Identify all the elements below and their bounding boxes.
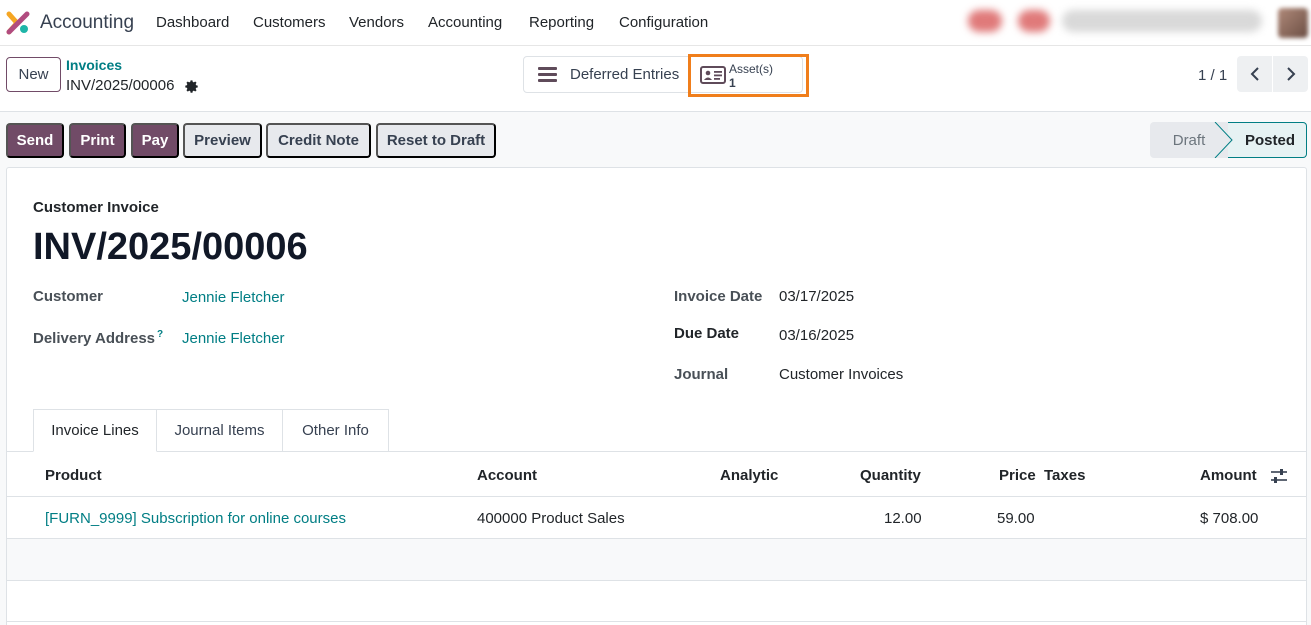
- document-type: Customer Invoice: [33, 199, 159, 216]
- customer-value[interactable]: Jennie Fletcher: [182, 289, 285, 306]
- pager-previous-button[interactable]: [1237, 56, 1272, 92]
- help-icon[interactable]: ?: [157, 329, 163, 340]
- header-divider: [7, 496, 1306, 497]
- column-product[interactable]: Product: [45, 467, 102, 484]
- top-navbar: Accounting Dashboard Customers Vendors A…: [0, 0, 1311, 46]
- journal-label: Journal: [674, 366, 729, 383]
- send-button[interactable]: Send: [6, 123, 64, 158]
- column-taxes[interactable]: Taxes: [1044, 467, 1085, 484]
- preview-button[interactable]: Preview: [183, 123, 262, 158]
- activity-icon[interactable]: [968, 10, 1002, 32]
- column-settings-icon[interactable]: [1270, 468, 1288, 484]
- credit-note-button[interactable]: Credit Note: [266, 123, 371, 158]
- column-amount[interactable]: Amount: [1200, 467, 1257, 484]
- list-icon: [538, 67, 557, 82]
- column-price[interactable]: Price: [999, 467, 1036, 484]
- pay-button[interactable]: Pay: [131, 123, 179, 158]
- row-divider: [7, 580, 1306, 581]
- column-analytic[interactable]: Analytic: [720, 467, 778, 484]
- app-name[interactable]: Accounting: [40, 12, 134, 34]
- accounting-app-icon[interactable]: [6, 11, 30, 35]
- due-date-value[interactable]: 03/16/2025: [779, 327, 854, 344]
- deferred-entries-button[interactable]: Deferred Entries: [524, 57, 690, 92]
- row-divider: [7, 621, 1306, 622]
- line-amount[interactable]: $ 708.00: [1200, 510, 1258, 527]
- column-account[interactable]: Account: [477, 467, 537, 484]
- line-quantity[interactable]: 12.00: [884, 510, 922, 527]
- status-posted[interactable]: Posted: [1228, 122, 1307, 158]
- breadcrumb-current: INV/2025/00006: [66, 77, 175, 94]
- menu-configuration[interactable]: Configuration: [619, 14, 708, 31]
- due-date-label: Due Date: [674, 325, 740, 342]
- empty-row: [7, 539, 1306, 580]
- delivery-address-value[interactable]: Jennie Fletcher: [182, 330, 285, 347]
- invoice-date-label: Invoice Date: [674, 288, 763, 305]
- new-button[interactable]: New: [6, 57, 61, 92]
- menu-reporting[interactable]: Reporting: [529, 14, 594, 31]
- menu-vendors[interactable]: Vendors: [349, 14, 404, 31]
- company-switcher[interactable]: [1062, 10, 1262, 32]
- menu-accounting[interactable]: Accounting: [428, 14, 502, 31]
- reset-to-draft-button[interactable]: Reset to Draft: [376, 123, 496, 158]
- journal-value[interactable]: Customer Invoices: [779, 366, 903, 383]
- deferred-entries-label: Deferred Entries: [570, 66, 680, 83]
- tab-other-info[interactable]: Other Info: [282, 409, 389, 452]
- menu-dashboard[interactable]: Dashboard: [156, 14, 229, 31]
- invoice-date-value[interactable]: 03/17/2025: [779, 288, 854, 305]
- line-price[interactable]: 59.00: [997, 510, 1035, 527]
- line-product[interactable]: [FURN_9999] Subscription for online cour…: [45, 510, 346, 527]
- chevron-right-icon: [1286, 67, 1295, 81]
- tab-journal-items[interactable]: Journal Items: [156, 409, 283, 452]
- column-quantity[interactable]: Quantity: [860, 467, 921, 484]
- invoice-number: INV/2025/00006: [33, 226, 308, 268]
- control-panel: New Invoices INV/2025/00006 Deferred Ent…: [0, 46, 1311, 112]
- line-account[interactable]: 400000 Product Sales: [477, 510, 625, 527]
- pager-value[interactable]: 1 / 1: [1198, 67, 1227, 84]
- pager-next-button[interactable]: [1273, 56, 1308, 92]
- breadcrumb-invoices[interactable]: Invoices: [66, 57, 122, 73]
- chevron-left-icon: [1250, 67, 1259, 81]
- customer-label: Customer: [33, 288, 104, 305]
- asset-highlight-box: [688, 54, 809, 97]
- user-avatar[interactable]: [1278, 8, 1308, 38]
- messaging-icon[interactable]: [1018, 10, 1050, 32]
- tab-invoice-lines[interactable]: Invoice Lines: [33, 409, 157, 452]
- delivery-address-label: Delivery Address?: [33, 329, 164, 347]
- gear-icon[interactable]: [184, 79, 199, 94]
- menu-customers[interactable]: Customers: [253, 14, 326, 31]
- status-arrow-icon: [1214, 122, 1234, 158]
- print-button[interactable]: Print: [69, 123, 126, 158]
